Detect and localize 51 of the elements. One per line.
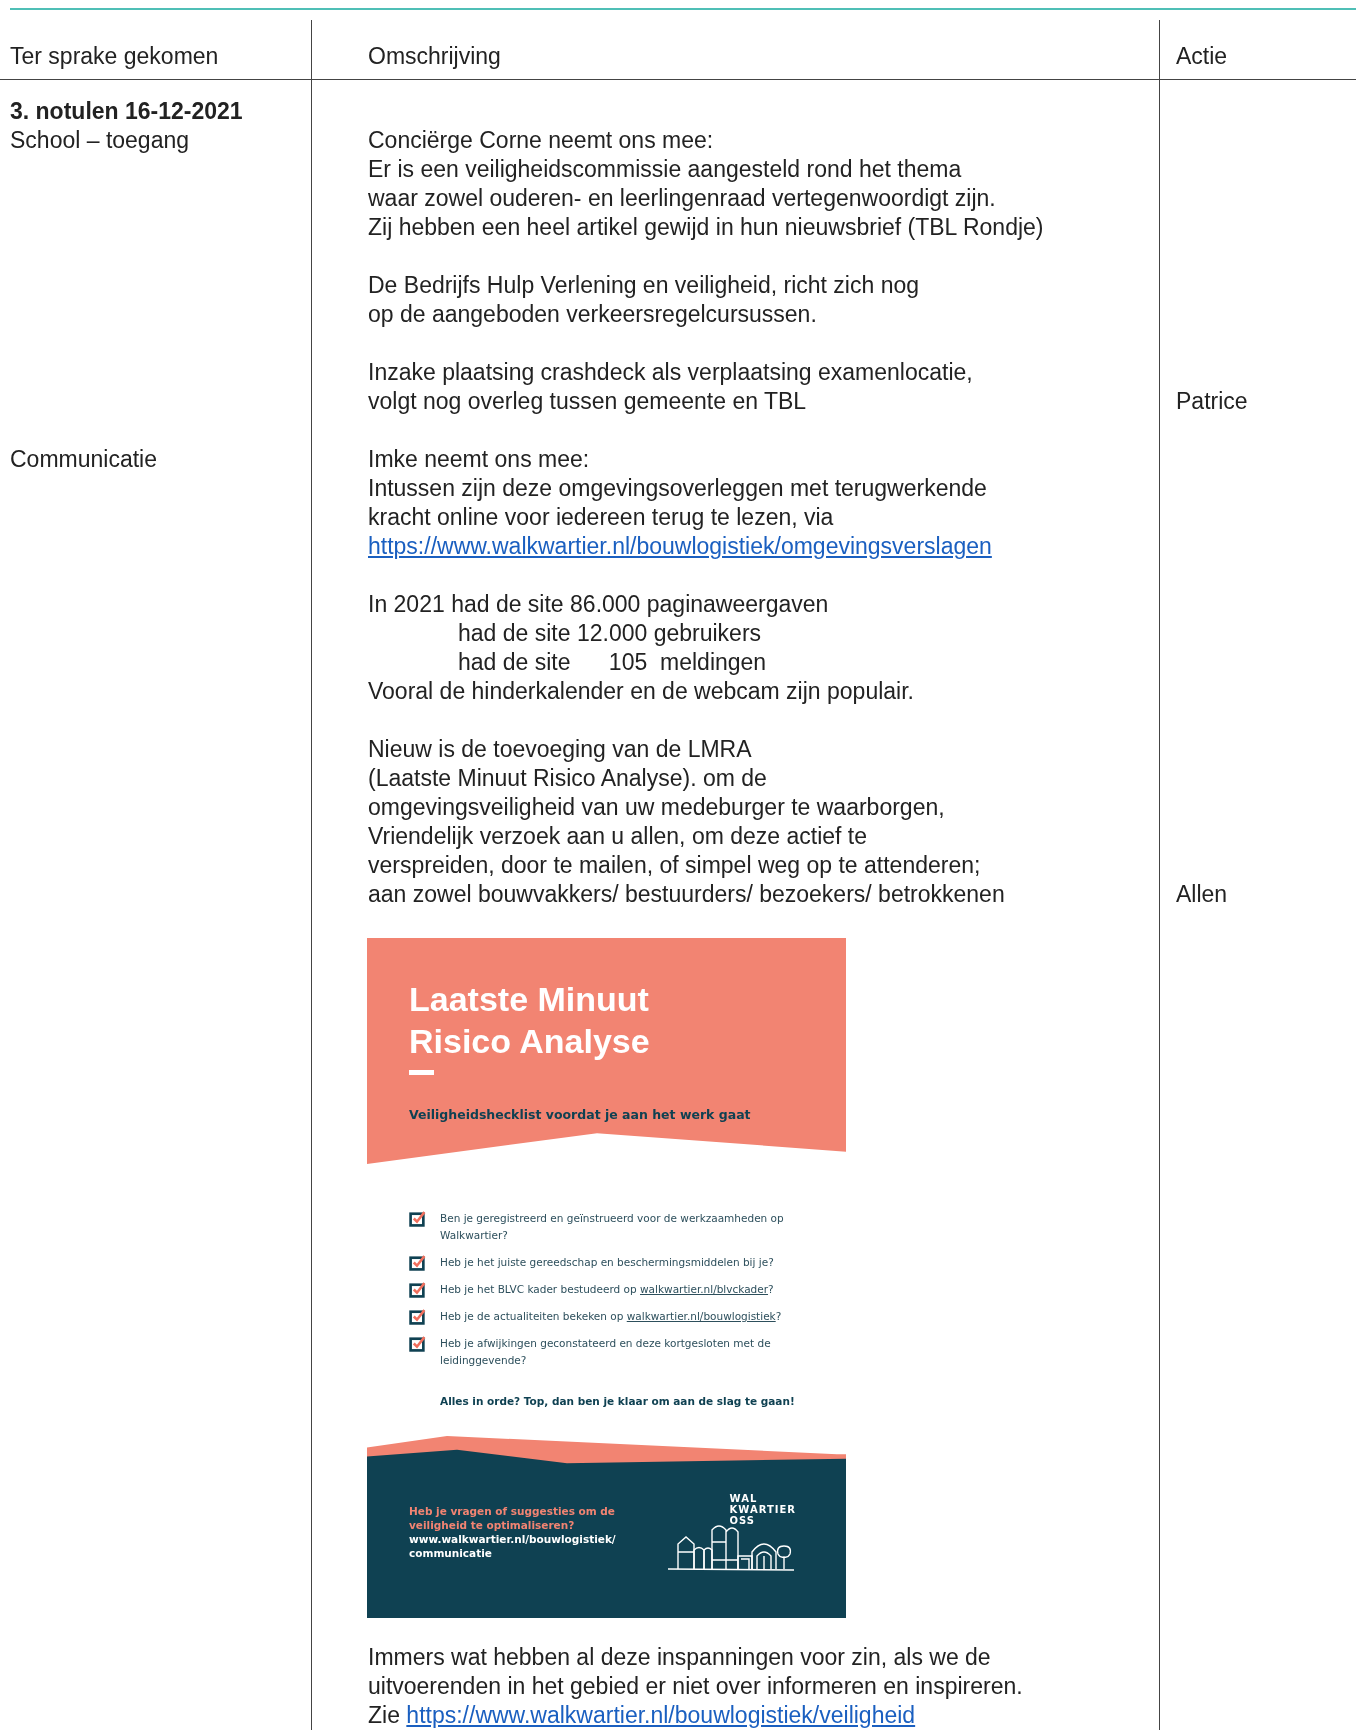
checklist-text: Heb je de actualiteiten bekeken op walkwartier.nl/bouwlogistiek? [440, 1309, 783, 1324]
description-text: Imke neemt ons mee: [368, 446, 590, 472]
description-text: Zie https://www.walkwartier.nl/bouwlogistiek/veiligheid [368, 1702, 916, 1728]
action-owner: Patrice [1176, 387, 1248, 416]
description-text: Vooral de hinderkalender en de webcam zijn populair. [368, 678, 914, 704]
description-text: had de site 105 meldingen [458, 649, 767, 675]
url-link[interactable]: https://www.walkwartier.nl/bouwlogistiek/veiligheid [406, 1702, 916, 1728]
dash-mark [409, 1070, 434, 1075]
checklist-link[interactable]: walkwartier.nl/blvckader [640, 1283, 769, 1295]
topic-label: School – toegang [10, 126, 190, 155]
description-text: Immers wat hebben al deze inspanningen voor zin, als we de [368, 1644, 991, 1670]
contact-url: www.walkwartier.nl/bouwlogistiek/ communicatie [409, 1532, 617, 1560]
description-text: Vriendelijk verzoek aan u allen, om deze actief te [368, 823, 868, 849]
description-text: (Laatste Minuut Risico Analyse). om de [368, 765, 767, 791]
description-text: waar zowel ouderen- en leerlingenraad vertegenwoordigt zijn. [368, 185, 996, 211]
description-text: volgt nog overleg tussen gemeente en TBL [368, 388, 807, 414]
description-text: Nieuw is de toevoeging van de LMRA [368, 736, 752, 762]
column-header: Omschrijving [368, 43, 501, 69]
logo-text: OSS [729, 1514, 757, 1526]
url-link[interactable]: https://www.walkwartier.nl/bouwlogistiek/omgevingsverslagen [368, 533, 992, 559]
flyer-title: Laatste Minuut [409, 979, 649, 1020]
description-text: kracht online voor iedereen terug te lezen, via [368, 504, 834, 530]
logo-text: KWARTIER [729, 1503, 796, 1515]
checklist-text: Heb je het BLVC kader bestudeerd op walkwartier.nl/blvckader? [440, 1282, 775, 1297]
description-text: verspreiden, door te mailen, of simpel weg op te attenderen; [368, 852, 981, 878]
flyer-title: Risico Analyse [409, 1021, 650, 1062]
checklist-text: Heb je het juiste gereedschap en beschermingsmiddelen bij je? [440, 1255, 775, 1270]
contact-question: Heb je vragen of suggesties om de veiligheid te optimaliseren? [409, 1504, 616, 1532]
description-text: uitvoerenden in het gebied er niet over informeren en inspireren. [368, 1673, 1023, 1699]
description-text: Er is een veiligheidscommissie aangesteld rond het thema [368, 156, 962, 182]
checklist-text: Heb je afwijkingen geconstateerd en deze kortgesloten met de leidinggevende? [440, 1336, 772, 1368]
column-header: Actie [1176, 43, 1228, 69]
column-header: Ter sprake gekomen [10, 43, 219, 69]
description-text: In 2021 had de site 86.000 paginaweergaven [368, 591, 829, 617]
checklist-closing-text: Alles in orde? Top, dan ben je klaar om aan de slag te gaan! [440, 1394, 796, 1409]
description-text: aan zowel bouwvakkers/ bestuurders/ bezoekers/ betrokkenen [368, 881, 1005, 907]
description-text: had de site 12.000 gebruikers [458, 620, 762, 646]
description-text: Intussen zijn deze omgevingsoverleggen met terugwerkende [368, 475, 987, 501]
section-heading: 3. notulen 16-12-2021 [10, 97, 243, 126]
description-text: Inzake plaatsing crashdeck als verplaatsing examenlocatie, [368, 359, 973, 385]
checklist-link[interactable]: walkwartier.nl/bouwlogistiek [626, 1310, 776, 1322]
action-owner: Allen [1176, 880, 1228, 909]
description-text: De Bedrijfs Hulp Verlening en veiligheid, richt zich nog [368, 272, 920, 298]
checklist-text: Ben je geregistreerd en geïnstrueerd voor de werkzaamheden op Walkwartier? [440, 1211, 785, 1243]
flyer-subtitle: Veiligheidshecklist voordat je aan het werk gaat [409, 1106, 751, 1124]
description-text: omgevingsveiligheid van uw medeburger te waarborgen, [368, 794, 945, 820]
description-text: op de aangeboden verkeersregelcursussen. [368, 301, 817, 327]
description-text: Zij hebben een heel artikel gewijd in hun nieuwsbrief (TBL Rondje) [368, 214, 1044, 240]
topic-label: Communicatie [10, 445, 157, 474]
logo-text: WAL [729, 1492, 759, 1504]
description-text: Conciërge Corne neemt ons mee: [368, 127, 714, 153]
